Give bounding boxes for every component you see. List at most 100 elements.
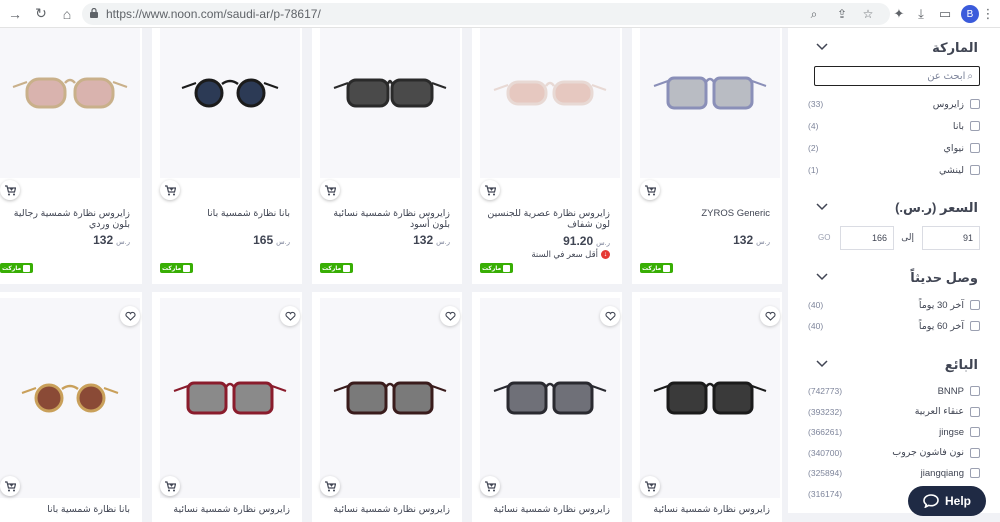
zoom-icon[interactable]: ⌕ [806, 6, 822, 22]
price-min-input[interactable]: 91 [922, 226, 980, 250]
bridge-shape [704, 77, 716, 83]
filter-option[interactable]: jingse (366261) [808, 425, 980, 439]
product-card[interactable]: زايروس نظارة شمسية نسائية بلون أسود ر.س 13… [312, 28, 462, 284]
price-filter-title: السعر (ر.س.) [895, 200, 978, 215]
filter-option[interactable]: jiangqiang (325894) [808, 466, 980, 480]
filter-option[interactable]: نيواي (2) [808, 141, 980, 155]
product-image[interactable] [480, 298, 620, 498]
product-image[interactable] [160, 298, 300, 498]
filter-option[interactable]: زايروس (33) [808, 97, 980, 111]
product-card[interactable]: زايروس نظارة شمسية رجالية بلون وردي ر.س 13… [0, 28, 142, 284]
product-card[interactable]: زايروس نظارة شمسية نسائية [632, 292, 782, 522]
filter-option-label: عنقاء العربية [914, 406, 964, 417]
product-image[interactable] [480, 28, 620, 178]
product-card[interactable]: ZYROS Generic ر.س 132 ماركت [632, 28, 782, 284]
add-to-cart-icon[interactable] [320, 180, 340, 200]
market-badge-label: ماركت [162, 265, 182, 272]
checkbox[interactable] [970, 143, 980, 153]
filter-option[interactable]: عنقاء العربية (393232) [808, 405, 980, 419]
sidepanel-icon[interactable]: ▭ [935, 4, 955, 24]
add-to-cart-icon[interactable] [160, 476, 180, 496]
checkbox[interactable] [970, 447, 980, 458]
filter-option-label: BNNP [937, 385, 964, 397]
add-to-cart-icon[interactable] [0, 476, 20, 496]
wishlist-heart-icon[interactable] [760, 306, 780, 326]
wishlist-heart-icon[interactable] [120, 306, 140, 326]
lens-shape [73, 77, 115, 109]
checkbox[interactable] [970, 300, 980, 310]
filter-option[interactable]: لينشي (1) [808, 163, 980, 177]
temple-shape [751, 80, 767, 87]
lens-shape [506, 80, 548, 106]
product-card[interactable]: بانا نظارة شمسية بانا ر.س 165 ماركت [152, 28, 302, 284]
product-image[interactable] [320, 298, 460, 498]
chevron-down-icon[interactable] [816, 43, 828, 51]
address-bar[interactable]: https://www.noon.com/saudi-ar/p-78617/ ⌕… [82, 3, 890, 25]
checkbox[interactable] [970, 386, 980, 396]
product-image[interactable] [320, 28, 460, 178]
extensions-icon[interactable]: ✦ [889, 4, 909, 24]
checkbox[interactable] [970, 406, 980, 417]
reload-icon[interactable]: ↻ [30, 3, 52, 25]
checkbox[interactable] [970, 99, 980, 109]
home-icon[interactable]: ⌂ [56, 3, 78, 25]
add-to-cart-icon[interactable] [640, 180, 660, 200]
sunglasses-image [21, 383, 119, 413]
wishlist-heart-icon[interactable] [280, 306, 300, 326]
market-icon [343, 264, 351, 272]
product-card[interactable]: زايروس نظارة شمسية نسائية [312, 292, 462, 522]
forward-icon[interactable]: → [4, 3, 26, 25]
product-card[interactable]: زايروس نظارة عصرية للجنسين لون شفاف ر.س 91… [472, 28, 622, 284]
chevron-down-icon[interactable] [816, 203, 828, 211]
checkbox[interactable] [970, 165, 980, 175]
filter-option-count: (366261) [808, 427, 843, 437]
product-image[interactable] [160, 28, 300, 178]
add-to-cart-icon[interactable] [0, 180, 20, 200]
product-image[interactable] [0, 298, 140, 498]
filter-option[interactable]: BNNP (742773) [808, 384, 980, 398]
add-to-cart-icon[interactable] [640, 476, 660, 496]
seller-filter-title: البائع [944, 357, 978, 372]
filter-option-label: بانا [952, 120, 964, 132]
product-card[interactable]: زايروس نظارة شمسية نسائية [472, 292, 622, 522]
product-image[interactable] [640, 28, 780, 178]
product-price: ر.س 132 [733, 233, 770, 247]
download-icon[interactable]: ⤓ [911, 4, 931, 24]
lens-shape [506, 381, 548, 415]
menu-dots-icon[interactable]: ⋮ [978, 4, 998, 24]
product-image[interactable] [640, 298, 780, 498]
checkbox[interactable] [970, 121, 980, 131]
chevron-down-icon[interactable] [816, 360, 828, 368]
product-card[interactable]: زايروس نظارة شمسية نسائية [152, 292, 302, 522]
price-max-input[interactable]: 166 [840, 226, 894, 250]
market-badge: ماركت [480, 263, 514, 273]
help-button[interactable]: Help [908, 486, 986, 516]
checkbox[interactable] [970, 321, 980, 331]
brand-search-input[interactable]: ⌕ ابحث عن [814, 66, 980, 86]
checkbox[interactable] [970, 468, 980, 478]
chevron-down-icon[interactable] [816, 273, 828, 281]
filter-option[interactable]: آخر 60 يوماً (40) [808, 319, 980, 333]
filter-option[interactable]: نون فاشون جروب (340700) [808, 446, 980, 460]
add-to-cart-icon[interactable] [320, 476, 340, 496]
price-go-button[interactable]: GO [818, 233, 830, 242]
filter-option[interactable]: آخر 30 يوماً (40) [808, 298, 980, 312]
temple-shape [173, 385, 189, 392]
wishlist-heart-icon[interactable] [440, 306, 460, 326]
product-image[interactable] [0, 28, 140, 178]
arrow-down-icon: ↓ [601, 250, 610, 259]
checkbox[interactable] [970, 427, 980, 437]
bookmark-star-icon[interactable]: ☆ [860, 6, 876, 22]
add-to-cart-icon[interactable] [480, 180, 500, 200]
temple-shape [12, 81, 28, 88]
filter-option[interactable]: بانا (4) [808, 119, 980, 133]
bridge-shape [384, 382, 396, 388]
add-to-cart-icon[interactable] [160, 180, 180, 200]
url-text: https://www.noon.com/saudi-ar/p-78617/ [106, 7, 321, 21]
product-name: زايروس نظارة شمسية نسائية [173, 504, 290, 515]
product-card[interactable]: بانا نظارة شمسية بانا [0, 292, 142, 522]
add-to-cart-icon[interactable] [480, 476, 500, 496]
wishlist-heart-icon[interactable] [600, 306, 620, 326]
share-icon[interactable]: ⇪ [834, 6, 850, 22]
profile-avatar[interactable]: B [961, 5, 979, 23]
